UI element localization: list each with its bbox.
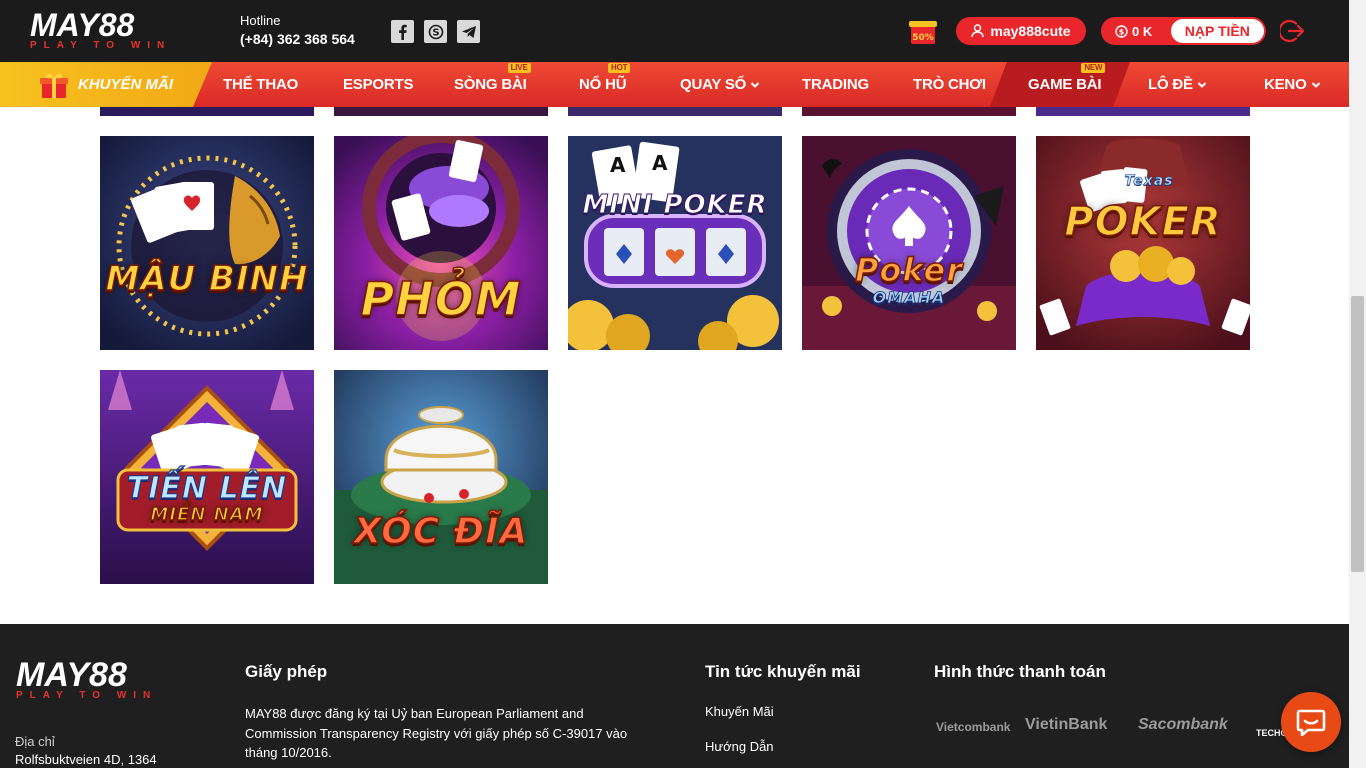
game-art [802, 136, 1016, 350]
footer-logo-text: MAY88 [16, 656, 127, 694]
game-title: POKER [1064, 199, 1222, 245]
may88-logo[interactable]: MAY88 PLAY TO WIN [30, 7, 180, 54]
chat-icon [1296, 709, 1326, 736]
skype-icon[interactable]: S [424, 20, 447, 43]
nav-label: QUAY SỐ [680, 76, 747, 93]
game-title: XÓC ĐĨA [353, 511, 529, 552]
nav-item-slots[interactable]: NỔ HŨ HOT [579, 62, 631, 107]
svg-text:A: A [652, 151, 668, 175]
hotline: Hotline (+84) 362 368 564 [240, 13, 355, 47]
game-title: TIẾN LÊN [126, 471, 288, 506]
game-tile-partial[interactable] [802, 107, 1016, 116]
nav-label: ESPORTS [343, 76, 414, 93]
facebook-icon[interactable] [391, 20, 414, 43]
coin-icon: $ [1115, 24, 1128, 38]
game-tile-texas-poker[interactable]: Texas POKER [1036, 136, 1250, 350]
nav-item-keno[interactable]: KENO [1264, 62, 1321, 107]
game-subtitle: Texas [1124, 173, 1174, 189]
gift-icon [40, 73, 68, 98]
game-tile-phom[interactable]: PHỎM [334, 136, 548, 350]
logout-icon[interactable] [1280, 18, 1306, 44]
address-label: Địa chỉ [15, 734, 55, 749]
balance-value: 0 K [1132, 23, 1153, 39]
game-subtitle: MIỀN NAM [150, 504, 264, 525]
nav-item-card-games[interactable]: GAME BÀI NEW [1028, 62, 1106, 107]
user-account-button[interactable]: may888cute [956, 17, 1086, 45]
wallet: $ 0 K NẠP TIỀN [1101, 17, 1266, 45]
license-heading: Giấy phép [245, 662, 328, 681]
live-badge: LIVE [507, 63, 531, 73]
nav-label: LÔ ĐỀ [1148, 76, 1193, 93]
game-tile-poker-omaha[interactable]: Poker OMAHA [802, 136, 1016, 350]
bank-logo-vietcombank: Vietcombank [936, 720, 1011, 734]
nav-promo-label: KHUYẾN MÃI [78, 76, 174, 93]
address-value: Rolfsbuktveien 4D, 1364 [15, 752, 157, 767]
user-icon [971, 24, 985, 38]
game-subtitle: OMAHA [872, 288, 946, 307]
news-heading: Tin tức khuyến mãi [705, 662, 861, 681]
svg-text:S: S [432, 27, 439, 38]
game-title: PHỎM [360, 272, 522, 326]
nav-label: KENO [1264, 76, 1307, 93]
nav-item-sports[interactable]: THỂ THAO [223, 62, 298, 107]
chevron-down-icon [1197, 81, 1207, 88]
game-title: Poker [854, 251, 964, 289]
nav-label: TRADING [802, 76, 869, 93]
logo-text: MAY88 [30, 7, 135, 43]
nav-item-casino[interactable]: SÒNG BÀI LIVE [454, 62, 531, 107]
payment-heading: Hình thức thanh toán [934, 662, 1106, 681]
promo-badge-icon[interactable]: 50% [908, 16, 938, 46]
game-tile-partial[interactable] [334, 107, 548, 116]
hotline-label: Hotline [240, 13, 281, 28]
footer: MAY88 PLAY TO WIN Địa chỉ Rolfsbuktveien… [0, 624, 1349, 768]
chevron-down-icon [750, 81, 760, 88]
game-tile-tien-len-mien-nam[interactable]: TIẾN LÊN MIỀN NAM [100, 370, 314, 584]
svg-text:A: A [610, 153, 626, 177]
new-badge: NEW [1081, 63, 1106, 73]
main-nav: KHUYẾN MÃI THỂ THAO ESPORTS SÒNG BÀI LIV… [0, 62, 1349, 107]
nav-item-lode[interactable]: LÔ ĐỀ [1148, 62, 1207, 107]
game-title: MINI POKER [582, 190, 768, 220]
nav-label: NỔ HŨ [579, 76, 627, 93]
game-art: A A [568, 136, 782, 350]
top-header: MAY88 PLAY TO WIN Hotline (+84) 362 368 … [0, 0, 1349, 62]
nav-label: TRÒ CHƠI [913, 76, 986, 93]
svg-text:$: $ [1119, 27, 1125, 36]
balance[interactable]: $ 0 K [1101, 24, 1171, 39]
nav-item-lottery[interactable]: QUAY SỐ [680, 62, 760, 107]
logo-tagline: PLAY TO WIN [30, 40, 172, 51]
hotline-number[interactable]: (+84) 362 368 564 [240, 31, 355, 47]
nav-label: SÒNG BÀI [454, 76, 527, 93]
nav-item-promotions[interactable]: KHUYẾN MÃI [0, 62, 212, 107]
svg-text:50%: 50% [912, 33, 934, 43]
telegram-icon[interactable] [457, 20, 480, 43]
username: may888cute [990, 23, 1071, 39]
live-chat-button[interactable] [1281, 692, 1341, 752]
scrollbar-thumb[interactable] [1351, 296, 1364, 572]
game-tile-partial[interactable] [568, 107, 782, 116]
nav-label: THỂ THAO [223, 76, 299, 93]
license-text: MAY88 được đăng ký tại Uỷ ban European P… [245, 706, 628, 760]
bank-logo-sacombank: Sacombank [1138, 716, 1228, 733]
game-tile-partial[interactable] [1036, 107, 1250, 116]
game-tile-xoc-dia[interactable]: XÓC ĐĨA [334, 370, 548, 584]
footer-link-promotions[interactable]: Khuyến Mãi [705, 704, 774, 719]
nav-label: GAME BÀI [1028, 76, 1102, 93]
game-tile-mini-poker[interactable]: A A MINI POKER [568, 136, 782, 350]
nav-item-esports[interactable]: ESPORTS [343, 62, 413, 107]
footer-logo[interactable]: MAY88 PLAY TO WIN [16, 656, 158, 701]
bank-logo-vietinbank: VietinBank [1025, 716, 1108, 733]
footer-link-guide[interactable]: Hướng Dẫn [705, 739, 774, 754]
nav-item-trading[interactable]: TRADING [802, 62, 869, 107]
game-title: MẬU BINH [105, 259, 309, 299]
game-tile-mau-binh[interactable]: MẬU BINH [100, 136, 314, 350]
footer-logo-tagline: PLAY TO WIN [16, 690, 158, 701]
nav-item-games[interactable]: TRÒ CHƠI [913, 62, 986, 107]
hot-badge: HOT [608, 63, 631, 73]
game-art [100, 136, 314, 350]
game-tile-partial[interactable] [100, 107, 314, 116]
chevron-down-icon [1311, 81, 1320, 88]
deposit-button[interactable]: NẠP TIỀN [1170, 19, 1264, 43]
